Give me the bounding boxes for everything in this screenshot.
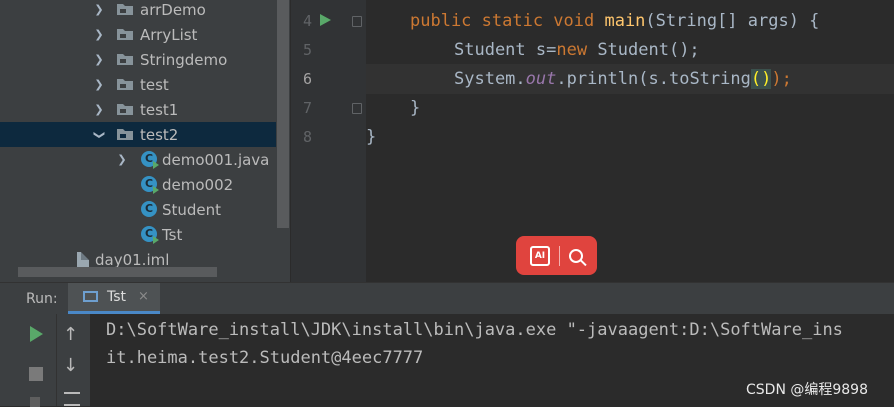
- chevron-right-icon[interactable]: ❯: [94, 53, 104, 67]
- tree-item-label: ArryList: [140, 25, 198, 44]
- tree-item-stringdemo[interactable]: ❯ Stringdemo: [0, 47, 276, 72]
- code-token: out: [525, 69, 557, 89]
- tree-item-tst[interactable]: C Tst: [0, 222, 276, 247]
- tree-item-label: demo002: [162, 175, 234, 194]
- tree-item-test2[interactable]: ❯ test2: [0, 122, 276, 147]
- chevron-down-icon[interactable]: ❯: [92, 130, 106, 140]
- tree-item-arrdemo[interactable]: ❯ arrDemo: [0, 0, 276, 22]
- line-number: 6: [302, 70, 312, 88]
- line-number: 7: [302, 99, 312, 117]
- chevron-right-icon[interactable]: ❯: [94, 103, 104, 117]
- chevron-right-icon[interactable]: ❯: [117, 153, 127, 167]
- java-class-icon: C: [141, 151, 159, 169]
- tree-item-label: test2: [140, 125, 179, 144]
- tree-item-demo001[interactable]: ❯ C demo001.java: [0, 147, 276, 172]
- code-token: new: [556, 40, 588, 60]
- floating-toolbar: AI: [516, 236, 597, 275]
- module-file-icon: [77, 252, 89, 267]
- code-token: public static void: [410, 11, 605, 31]
- folder-icon: [117, 4, 133, 15]
- scroll-down-icon[interactable]: ↓: [63, 355, 78, 376]
- run-panel-title: Run:: [26, 291, 58, 307]
- code-line-8: }: [366, 127, 377, 147]
- code-line-5: Student s=new Student();: [454, 40, 700, 60]
- code-line-6: System.out.println(s.toString());: [454, 69, 792, 89]
- line-number: 4: [302, 12, 312, 30]
- tree-item-label: arrDemo: [140, 0, 206, 19]
- chevron-right-icon[interactable]: ❯: [94, 78, 104, 92]
- fold-marker-icon[interactable]: [352, 103, 362, 114]
- tree-item-label: demo001.java: [162, 150, 270, 169]
- code-token: Student();: [587, 40, 700, 60]
- tree-item-label: test1: [140, 100, 179, 119]
- console-line: D:\SoftWare_install\JDK\install\bin\java…: [106, 320, 843, 340]
- code-token: .println(s.: [556, 69, 669, 89]
- code-token: main: [604, 11, 646, 31]
- tree-item-label: test: [140, 75, 169, 94]
- code-token: System.: [454, 69, 526, 89]
- ai-text-icon[interactable]: AI: [530, 245, 550, 266]
- matched-paren-highlight: (): [750, 69, 772, 89]
- stop-icon[interactable]: [29, 367, 43, 381]
- code-token: (String[] args) {: [645, 11, 820, 31]
- tab-label: Tst: [107, 289, 127, 305]
- run-panel-header: Run: Tst ×: [0, 282, 894, 314]
- folder-icon: [117, 79, 133, 90]
- search-icon[interactable]: [569, 248, 583, 263]
- tree-item-test1[interactable]: ❯ test1: [0, 97, 276, 122]
- tree-item-label: day01.iml: [95, 250, 170, 269]
- java-class-icon: C: [141, 226, 159, 244]
- scroll-up-icon[interactable]: ↑: [63, 324, 78, 345]
- project-horizontal-scrollbar[interactable]: [18, 267, 217, 277]
- folder-icon: [117, 29, 133, 40]
- tree-item-test[interactable]: ❯ test: [0, 72, 276, 97]
- soft-wrap-icon[interactable]: [64, 392, 80, 406]
- project-vertical-scrollbar[interactable]: [277, 0, 289, 228]
- tree-item-demo002[interactable]: C demo002: [0, 172, 276, 197]
- code-token: );: [771, 69, 792, 89]
- tab-tst[interactable]: Tst ×: [68, 283, 160, 314]
- tree-item-label: Stringdemo: [140, 50, 228, 69]
- toolbar-separator: [559, 245, 560, 266]
- code-line-7: }: [410, 98, 421, 118]
- tree-item-student[interactable]: C Student: [0, 197, 276, 222]
- folder-icon: [117, 129, 133, 140]
- close-icon[interactable]: ×: [138, 289, 149, 304]
- line-number: 8: [302, 128, 312, 146]
- fold-marker-icon[interactable]: [352, 16, 362, 27]
- folder-icon: [117, 54, 133, 65]
- tree-item-label: Tst: [162, 225, 183, 244]
- java-class-icon: C: [141, 201, 157, 217]
- console-tab-icon: [83, 291, 98, 302]
- run-main-icon[interactable]: [320, 14, 331, 26]
- console-line: it.heima.test2.Student@4eec7777: [106, 348, 424, 368]
- chevron-right-icon[interactable]: ❯: [94, 3, 104, 17]
- code-token: toString: [668, 69, 751, 89]
- tree-item-arrylist[interactable]: ❯ ArryList: [0, 22, 276, 47]
- rerun-icon[interactable]: [30, 326, 43, 342]
- folder-icon: [117, 104, 133, 115]
- tree-item-label: Student: [162, 200, 222, 219]
- code-line-4: public static void main(String[] args) {: [410, 11, 819, 31]
- code-token: Student s=: [454, 40, 557, 60]
- java-class-icon: C: [141, 176, 159, 194]
- chevron-right-icon[interactable]: ❯: [94, 28, 104, 42]
- toolbar-divider: [56, 314, 57, 406]
- project-tree-panel: ❯ arrDemo ❯ ArryList ❯ Stringdemo ❯ test…: [0, 0, 290, 282]
- line-number: 5: [302, 41, 312, 59]
- watermark: CSDN @编程9898: [746, 382, 868, 398]
